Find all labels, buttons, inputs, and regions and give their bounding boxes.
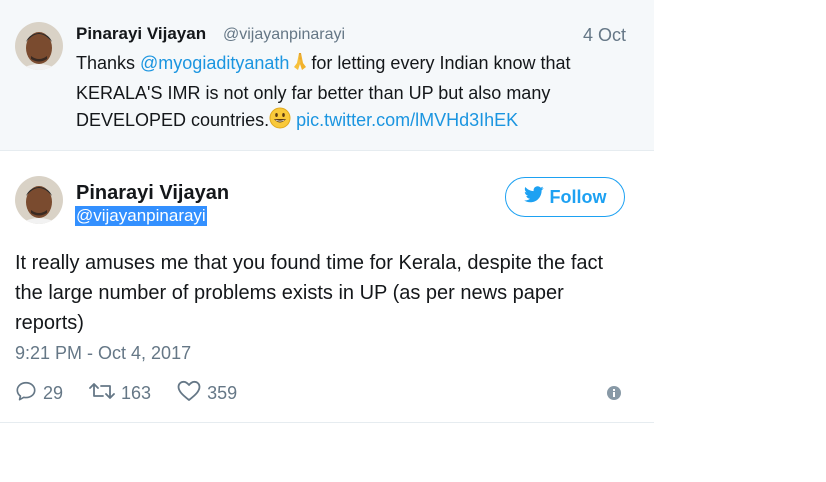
- divider: [0, 422, 654, 423]
- divider: [0, 150, 654, 151]
- retweet-button[interactable]: 163: [89, 380, 151, 407]
- folded-hands-emoji-icon: [289, 50, 311, 80]
- tweet-date[interactable]: 4 Oct: [583, 25, 626, 46]
- author-name[interactable]: Pinarayi Vijayan: [76, 24, 206, 44]
- bird-icon: [523, 186, 544, 208]
- like-count: 359: [207, 383, 238, 403]
- tweet-timestamp[interactable]: 9:21 PM - Oct 4, 2017: [15, 343, 191, 364]
- mention-link[interactable]: @myogiadityanath: [140, 53, 289, 73]
- reply-count: 29: [43, 383, 64, 403]
- follow-button[interactable]: Follow: [505, 177, 625, 217]
- author-handle[interactable]: @vijayanpinarayi: [223, 26, 345, 44]
- avatar[interactable]: [15, 22, 63, 70]
- tweet-text-start: Thanks: [76, 53, 141, 73]
- pic-link[interactable]: pic.twitter.com/lMVHd3IhEK: [296, 110, 518, 130]
- quoted-tweet[interactable]: Pinarayi Vijayan @vijayanpinarayi 4 Oct …: [0, 0, 654, 150]
- author-handle[interactable]: @vijayanpinarayi: [75, 206, 207, 226]
- retweet-count: 163: [121, 383, 152, 403]
- info-icon[interactable]: [607, 386, 621, 400]
- reply-button[interactable]: 29: [15, 380, 63, 407]
- avatar[interactable]: [15, 176, 63, 224]
- tweet-text: Thanks @myogiadityanath for letting every…: [76, 50, 636, 137]
- smiling-face-emoji-icon: [269, 107, 291, 137]
- retweet-icon: [89, 380, 115, 407]
- tweet-text: It really amuses me that you found time …: [15, 252, 604, 334]
- tweet-actions: 29 163 359: [15, 380, 263, 407]
- reply-icon: [15, 380, 37, 407]
- follow-label: Follow: [549, 186, 607, 207]
- like-button[interactable]: 359: [177, 380, 237, 407]
- author-name[interactable]: Pinarayi Vijayan: [76, 182, 229, 205]
- heart-icon: [177, 380, 201, 407]
